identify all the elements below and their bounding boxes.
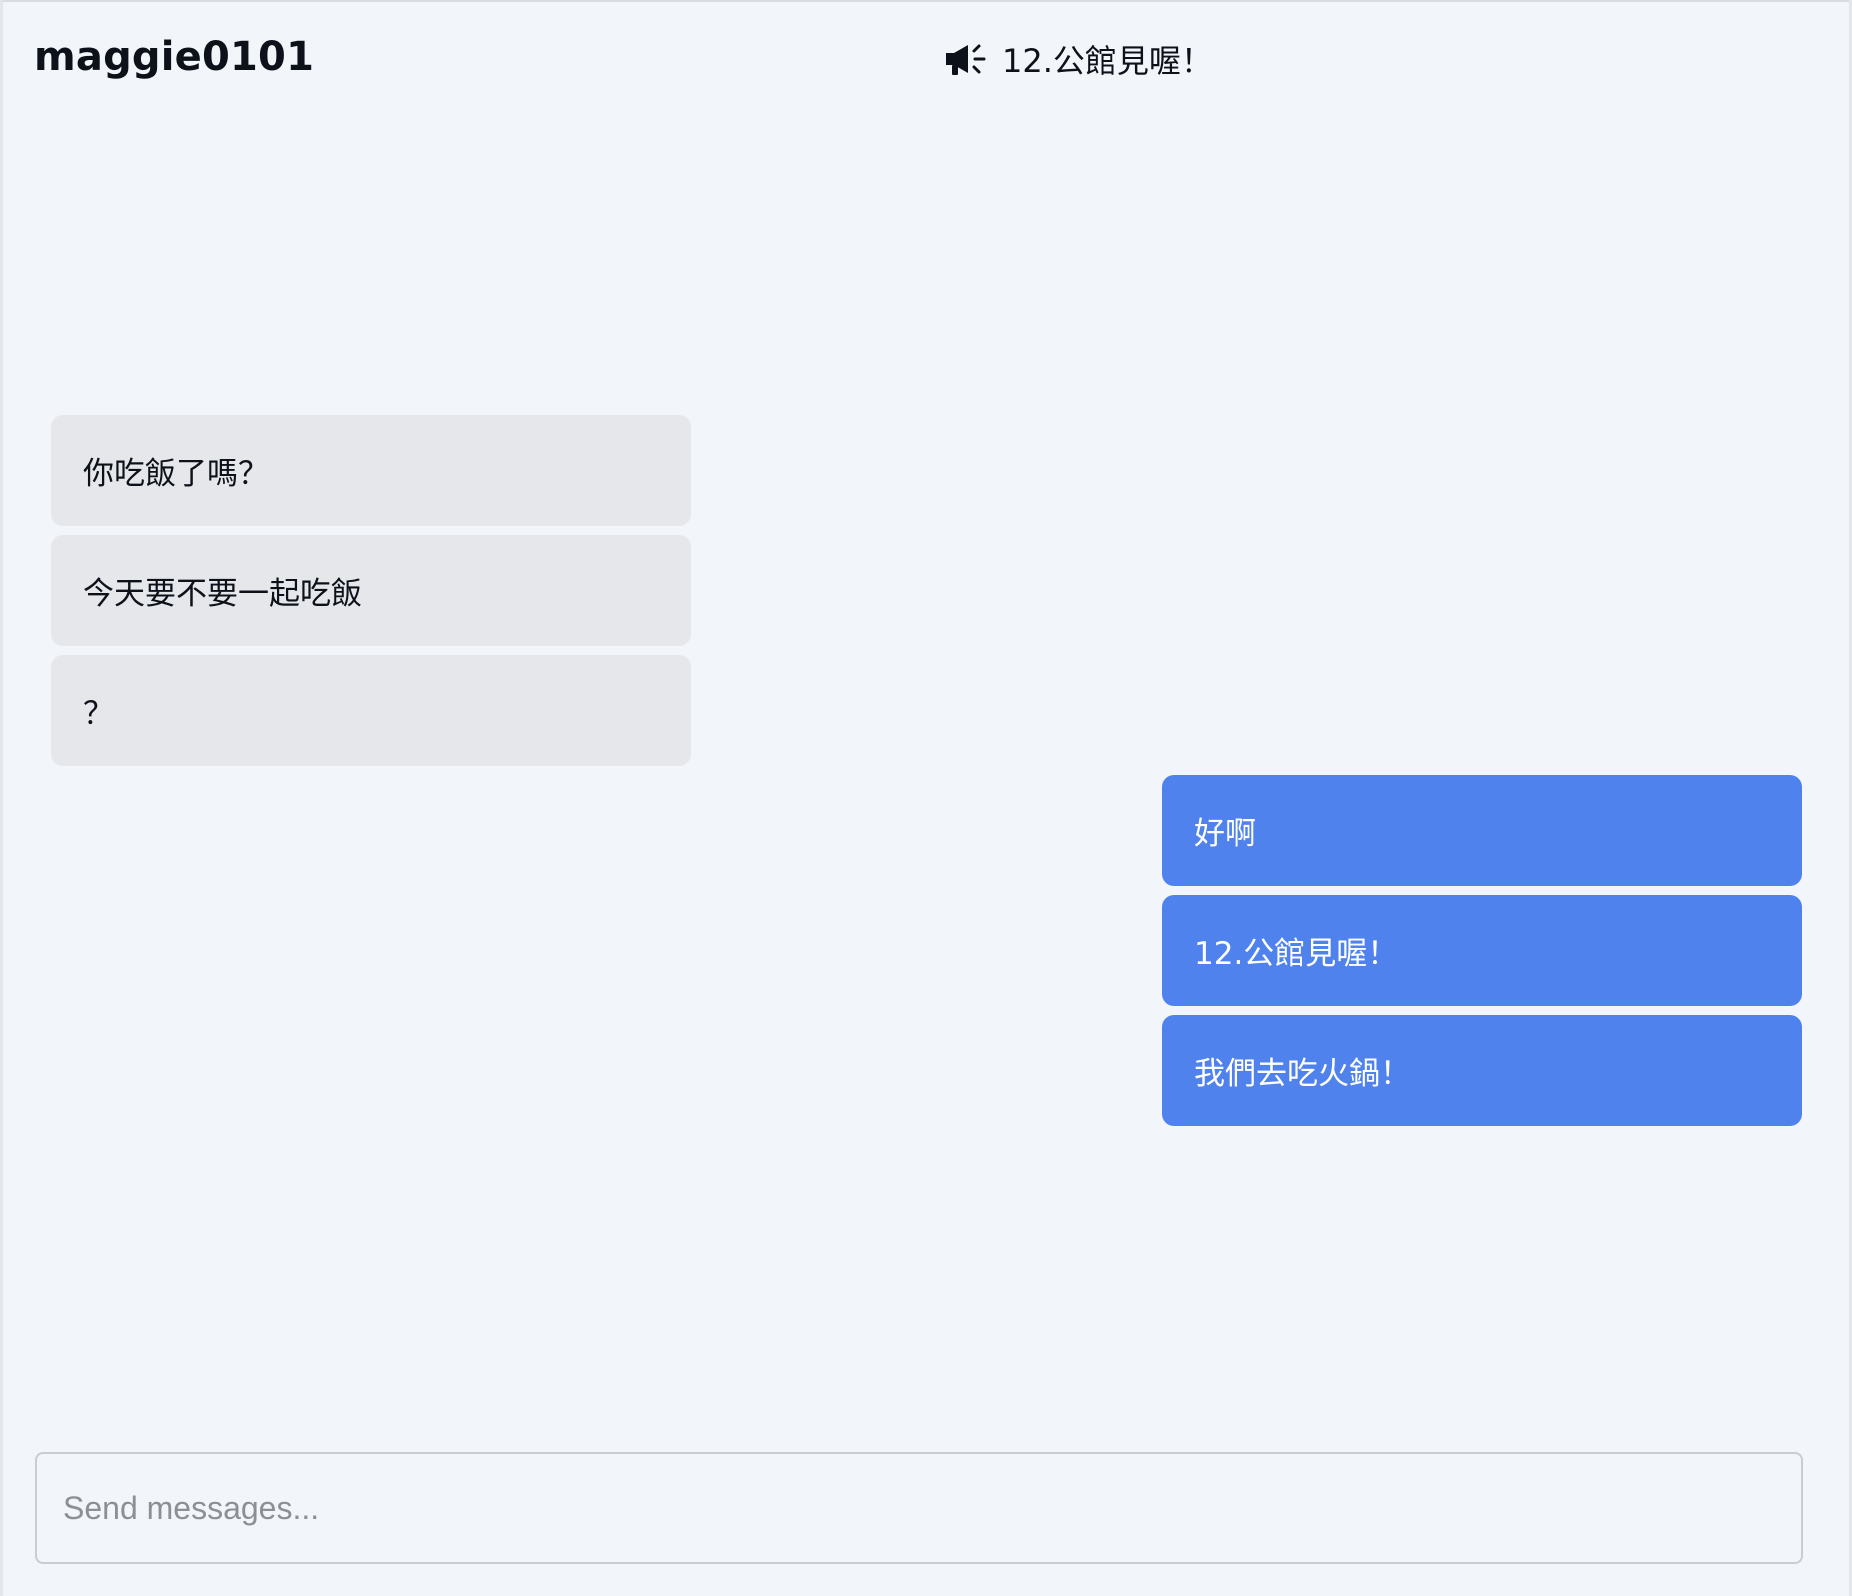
outgoing-message[interactable]: 12.公館見喔！: [1162, 895, 1802, 1006]
message-text: 12.公館見喔！: [1194, 936, 1399, 972]
incoming-message[interactable]: 你吃飯了嗎？: [51, 415, 691, 526]
chat-header: maggie0101 12.公館見喔！: [34, 30, 1818, 90]
megaphone-icon: [946, 44, 986, 75]
pinned-announcement[interactable]: 12.公館見喔！: [944, 36, 1213, 82]
message-text: 你吃飯了嗎？: [83, 456, 269, 492]
incoming-message[interactable]: 今天要不要一起吃飯: [51, 535, 691, 646]
top-divider: [0, 0, 1852, 2]
message-text: ？: [83, 696, 114, 732]
outgoing-message[interactable]: 好啊: [1162, 775, 1802, 886]
message-text: 好啊: [1194, 816, 1256, 852]
incoming-message[interactable]: ？: [51, 655, 691, 766]
chat-page: maggie0101 12.公館見喔！ 你吃飯了嗎？ 今天要不要一起吃飯 ？ 好…: [0, 0, 1852, 1596]
message-text: 我們去吃火鍋！: [1194, 1056, 1411, 1092]
left-border: [0, 0, 3, 1596]
outgoing-message[interactable]: 我們去吃火鍋！: [1162, 1015, 1802, 1126]
message-text: 今天要不要一起吃飯: [83, 576, 362, 612]
announcement-text: 12.公館見喔！: [1002, 42, 1213, 80]
message-composer: [35, 1452, 1803, 1564]
chat-username: maggie0101: [34, 34, 315, 80]
message-input[interactable]: [37, 1454, 1801, 1562]
